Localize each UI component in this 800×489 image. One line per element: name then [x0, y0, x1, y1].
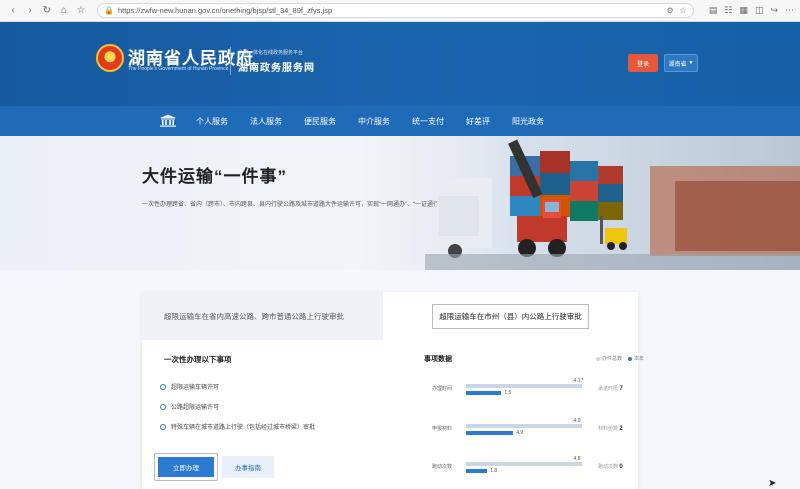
bar-year — [466, 431, 514, 435]
national-emblem-icon — [96, 44, 124, 72]
translate-icon[interactable]: ⚙ — [666, 6, 673, 15]
nav-item-sunshine[interactable]: 阳光政务 — [512, 116, 544, 127]
legend-dot-total — [596, 356, 600, 361]
item-label: 公路超限运输许可 — [171, 405, 220, 411]
address-bar[interactable]: 🔒 https://zwfw-new.hunan.gov.cn/onething… — [97, 3, 694, 18]
site-header: 湖南省人民政府 The People's Government of Hunan… — [0, 22, 800, 106]
bar-total — [466, 462, 582, 466]
bar-total-value: 4.8 — [573, 456, 581, 462]
side-count-label: 材料份数 — [598, 426, 620, 432]
apply-now-button[interactable]: 立即办理 — [154, 453, 218, 481]
items-heading: 一次性办理以下事项 — [164, 355, 232, 364]
side-count-value: 2 — [619, 426, 623, 432]
station-label: 湖南省 — [668, 61, 687, 68]
lock-icon: 🔒 — [104, 6, 114, 15]
main-nav: 个人服务 法人服务 便民服务 中介服务 统一支付 好差评 阳光政务 — [0, 106, 800, 136]
tab-provincial-approval[interactable]: 超限运输车在省内高速公路、跨市普通公路上行驶审批 — [164, 311, 344, 322]
item-label: 特殊车辆在城市道路上行驶（包括经过城市桥梁）审批 — [171, 425, 316, 431]
nav-item-agency[interactable]: 中介服务 — [358, 116, 390, 127]
collections-icon[interactable]: ☷ — [724, 5, 732, 16]
back-icon[interactable]: ‹ — [6, 4, 20, 18]
split-icon[interactable]: ◫ — [755, 5, 764, 16]
bar-category-label: 申报材料 — [432, 426, 453, 432]
bar-year-value: 1.5 — [504, 390, 512, 396]
side-count-value: 0 — [619, 464, 623, 470]
nav-item-rating[interactable]: 好差评 — [466, 116, 490, 127]
chevron-down-icon: ▼ — [688, 60, 694, 66]
bookmark-icon[interactable]: ☆ — [680, 6, 687, 15]
tab-city-county-approval[interactable]: 超限运输车在市州（县）内公路上行驶审批 — [383, 292, 638, 340]
bar-category-label: 办理时间 — [432, 386, 453, 392]
home-icon[interactable]: ⌂ — [57, 4, 71, 18]
legend-year-label: 本年 — [634, 356, 645, 362]
legend-total-label: 办件总数 — [602, 356, 623, 362]
bar-year-value: 1.8 — [490, 468, 498, 474]
site-subtitle: The People's Government of Hunan Provinc… — [128, 66, 229, 72]
bullet-icon — [160, 383, 166, 390]
bar-total — [466, 424, 582, 428]
stats-heading: 事项数据 — [424, 356, 452, 363]
bar-total-value: 4.9 — [573, 418, 581, 424]
reload-icon[interactable]: ↻ — [40, 4, 54, 18]
item-label: 超限运输车辆许可 — [171, 385, 220, 391]
reader-icon[interactable]: ▤ — [709, 5, 718, 16]
list-item: 特殊车辆在城市道路上行驶（包括经过城市桥梁）审批 — [160, 422, 315, 431]
bullet-icon — [160, 403, 166, 410]
favorite-star-icon[interactable]: ☆ — [74, 4, 88, 18]
mouse-cursor-icon: ➤ — [768, 478, 777, 489]
menu-icon[interactable]: ⋯ — [785, 5, 794, 16]
extensions-icon[interactable]: ▦ — [739, 5, 748, 16]
bar-total-value: 4.17 — [573, 378, 584, 384]
stats-legend: 办件总数 本年 — [590, 355, 644, 362]
bar-year-value: 4.9 — [516, 430, 524, 436]
bar-year — [466, 391, 502, 395]
nav-item-personal[interactable]: 个人服务 — [196, 116, 228, 127]
portal-name[interactable]: 湖南政务服务网 — [238, 59, 315, 74]
share-icon[interactable]: ↪ — [770, 5, 778, 16]
banner-description: 一次性办理跨省、省内（跨市）、市内跨县、县内行驶公路及城市道路大件运输许可，实现… — [142, 202, 447, 208]
portal-platform-text: 全国一体化在线政务服务平台 — [238, 50, 304, 56]
legend-total: 办件总数 — [596, 355, 622, 362]
nav-item-payment[interactable]: 统一支付 — [412, 116, 444, 127]
login-button[interactable]: 登录 — [628, 54, 658, 72]
side-count: 跑动次数 0 — [598, 463, 623, 470]
side-count-label: 跑动次数 — [598, 464, 620, 470]
nav-item-legal[interactable]: 法人服务 — [250, 116, 282, 127]
side-count-label: 承诺时限 — [598, 386, 620, 392]
side-count: 材料份数 2 — [598, 425, 623, 432]
legend-year: 本年 — [628, 355, 644, 362]
bar-category-label: 跑动次数 — [432, 464, 453, 470]
home-building-icon[interactable] — [158, 113, 178, 128]
guide-button[interactable]: 办事指南 — [222, 456, 274, 478]
list-item: 公路超限运输许可 — [160, 402, 219, 411]
list-item: 超限运输车辆许可 — [160, 382, 219, 391]
station-switch-button[interactable]: 湖南省 ▼ — [664, 54, 698, 72]
bar-total — [466, 384, 582, 388]
hero-banner: 大件运输“一件事” 一次性办理跨省、省内（跨市）、市内跨县、县内行驶公路及城市道… — [0, 136, 800, 270]
apply-now-label: 立即办理 — [158, 457, 214, 477]
bar-year — [466, 469, 488, 473]
header-divider — [230, 47, 231, 75]
tab-active-label: 超限运输车在市州（县）内公路上行驶审批 — [432, 303, 589, 329]
banner-title: 大件运输“一件事” — [142, 167, 287, 186]
side-count: 承诺时限 7 — [598, 385, 623, 392]
bullet-icon — [160, 423, 166, 430]
url-text: https://zwfw-new.hunan.gov.cn/onething/b… — [117, 6, 333, 15]
side-count-value: 7 — [619, 386, 623, 392]
browser-toolbar: ‹ › ↻ ⌂ ☆ 🔒 https://zwfw-new.hunan.gov.c… — [0, 0, 800, 22]
forward-icon[interactable]: › — [23, 4, 37, 18]
legend-dot-year — [628, 356, 633, 361]
nav-item-convenience[interactable]: 便民服务 — [304, 116, 336, 127]
container-port-illustration — [425, 136, 800, 270]
